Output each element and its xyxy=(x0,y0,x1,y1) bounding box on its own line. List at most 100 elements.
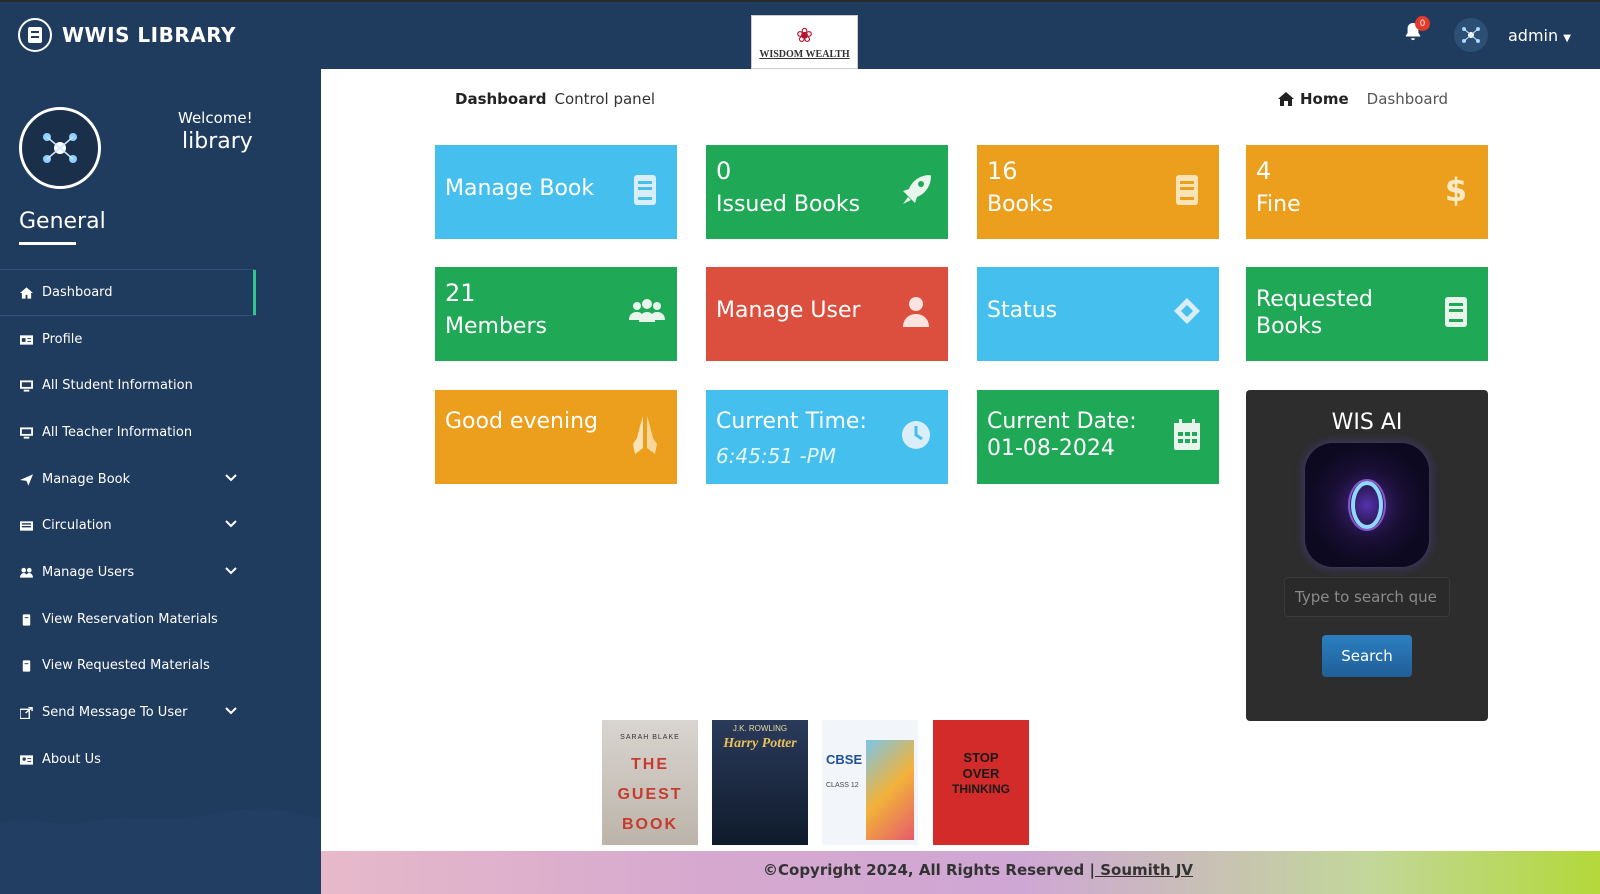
clock-icon xyxy=(900,418,932,452)
current-time-value: 6:45:51 -PM xyxy=(716,444,836,468)
current-date-value: 01-08-2024 xyxy=(987,436,1115,461)
greeting-text: Good evening xyxy=(445,409,598,434)
sidebar-menu: Dashboard Profile All Student Informatio… xyxy=(0,269,321,783)
tile-value: 0 xyxy=(716,157,732,185)
brand-name: WWIS LIBRARY xyxy=(62,23,237,47)
list-icon xyxy=(20,520,33,531)
chevron-down-icon[interactable] xyxy=(225,565,237,577)
profile-avatar xyxy=(19,107,101,189)
calendar-icon xyxy=(1171,418,1203,452)
users-icon xyxy=(629,295,665,329)
school-logo: ❀ WISDOM WEALTH xyxy=(751,15,858,69)
sidebar-item-label: Circulation xyxy=(42,518,112,534)
book-title-line: STOP xyxy=(963,750,999,765)
tile-label: Books xyxy=(987,192,1054,217)
sidebar-item-dashboard[interactable]: Dashboard xyxy=(0,269,256,316)
sidebar-item-label: All Teacher Information xyxy=(42,424,193,440)
tile-status[interactable]: Status xyxy=(977,267,1219,361)
sidebar-item-label: Dashboard xyxy=(42,284,113,300)
user-menu-dropdown[interactable]: admin ▼ xyxy=(1508,26,1571,45)
current-date-label: Current Date: xyxy=(987,409,1137,434)
users-icon xyxy=(20,567,33,578)
sidebar-item-view-requested-materials[interactable]: View Requested Materials xyxy=(0,643,321,690)
sidebar-item-manage-book[interactable]: Manage Book xyxy=(0,456,321,503)
book-icon xyxy=(20,614,33,626)
book-icon xyxy=(1171,173,1203,207)
caret-down-icon: ▼ xyxy=(1563,33,1571,44)
book-title-line: THE xyxy=(631,756,669,773)
sidebar-item-label: All Student Information xyxy=(42,378,193,394)
book-title: CBSE xyxy=(826,752,863,767)
sidebar-item-send-message-to-user[interactable]: Send Message To User xyxy=(0,689,321,736)
book-title-line: BOOK xyxy=(622,816,678,833)
tile-current-time: Current Time: 6:45:51 -PM xyxy=(706,390,948,484)
breadcrumb-home[interactable]: Home xyxy=(1278,90,1349,108)
user-icon xyxy=(900,295,932,329)
book-cover-harry-potter[interactable]: J.K. ROWLING Harry Potter xyxy=(712,720,808,845)
breadcrumb: Home Dashboard xyxy=(1278,90,1448,108)
page-heading: Dashboard Control panel xyxy=(455,90,655,108)
book-illustration xyxy=(866,740,914,840)
dollar-icon: $ xyxy=(1444,171,1468,209)
welcome-text: Welcome! xyxy=(178,109,253,127)
school-logo-text: WISDOM WEALTH xyxy=(759,48,850,60)
ai-search-input[interactable] xyxy=(1284,577,1450,617)
send-icon xyxy=(20,474,33,486)
footer: ©Copyright 2024, All Rights Reserved | S… xyxy=(321,851,1600,894)
tile-issued-books[interactable]: 0 Issued Books xyxy=(706,145,948,239)
tile-label-line1: Requested xyxy=(1256,287,1373,312)
current-time-label: Current Time: xyxy=(716,409,867,434)
breadcrumb-current: Dashboard xyxy=(1366,90,1449,108)
author-link[interactable]: Soumith JV xyxy=(1095,861,1193,879)
ai-orb-icon xyxy=(1305,443,1429,567)
tile-greeting: Good evening xyxy=(435,390,677,484)
sidebar-item-all-student-information[interactable]: All Student Information xyxy=(0,362,321,409)
decorative-mountains xyxy=(0,808,321,894)
network-icon xyxy=(43,133,77,163)
id-card-icon xyxy=(20,334,33,345)
book-cover-cbse[interactable]: CBSE CLASS 12 xyxy=(822,720,918,845)
sidebar-item-circulation[interactable]: Circulation xyxy=(0,502,321,549)
book-author: SARAH BLAKE xyxy=(620,734,680,741)
home-icon xyxy=(20,287,33,299)
tile-label: Issued Books xyxy=(716,192,861,217)
rocket-icon xyxy=(900,173,932,207)
notifications-button[interactable]: 0 xyxy=(1404,16,1430,46)
tile-label: Status xyxy=(987,298,1058,323)
chevron-down-icon[interactable] xyxy=(225,472,237,484)
book-icon xyxy=(629,173,661,207)
tile-manage-user[interactable]: Manage User xyxy=(706,267,948,361)
tile-requested-books[interactable]: Requested Books xyxy=(1246,267,1488,361)
monitor-icon xyxy=(20,380,33,392)
tile-manage-book[interactable]: Manage Book xyxy=(435,145,677,239)
sidebar-item-profile[interactable]: Profile xyxy=(0,316,321,363)
user-avatar[interactable] xyxy=(1454,18,1488,52)
sidebar-item-label: Manage Users xyxy=(42,564,135,580)
book-title-line: THINKING xyxy=(952,782,1010,796)
book-title-line: OVER xyxy=(962,766,1000,781)
sidebar-section-title: General xyxy=(19,209,106,234)
book-title: Harry Potter xyxy=(723,736,797,751)
tile-value: 4 xyxy=(1256,157,1272,185)
username: library xyxy=(182,129,253,154)
book-subtitle: CLASS 12 xyxy=(826,782,859,789)
lotus-icon: ❀ xyxy=(796,24,813,47)
sidebar-item-manage-users[interactable]: Manage Users xyxy=(0,549,321,596)
tile-label-line2: Books xyxy=(1256,314,1323,339)
sidebar-item-all-teacher-information[interactable]: All Teacher Information xyxy=(0,409,321,456)
chevron-down-icon[interactable] xyxy=(225,518,237,530)
book-cover-the-guest-book[interactable]: SARAH BLAKE THE GUEST BOOK xyxy=(602,720,698,845)
tile-members[interactable]: 21 Members xyxy=(435,267,677,361)
sidebar: Welcome! library General Dashboard Profi… xyxy=(0,69,321,894)
tile-fine[interactable]: 4 Fine $ xyxy=(1246,145,1488,239)
tile-value: 21 xyxy=(445,279,476,307)
ai-search-button[interactable]: Search xyxy=(1322,635,1412,677)
sidebar-item-view-reservation-materials[interactable]: View Reservation Materials xyxy=(0,596,321,643)
ai-search-panel: WIS AI Search xyxy=(1246,390,1488,721)
tile-label: Members xyxy=(445,314,547,339)
book-cover-stop-overthinking[interactable]: STOP OVER THINKING xyxy=(933,720,1029,845)
sidebar-item-label: Send Message To User xyxy=(42,705,188,721)
chevron-down-icon[interactable] xyxy=(225,705,237,717)
tile-books[interactable]: 16 Books xyxy=(977,145,1219,239)
brand[interactable]: WWIS LIBRARY xyxy=(18,18,236,52)
